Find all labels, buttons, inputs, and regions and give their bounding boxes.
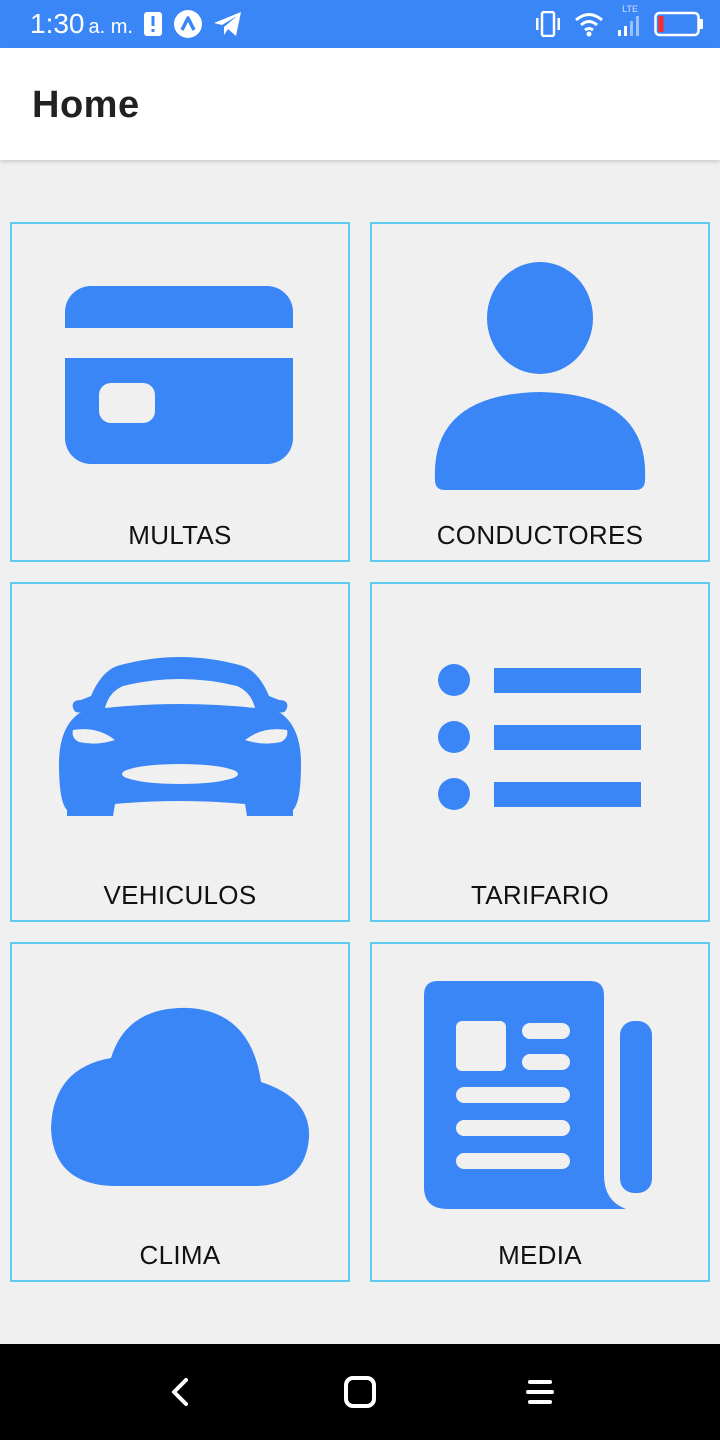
page-title: Home bbox=[32, 84, 140, 126]
vibrate-icon bbox=[534, 11, 562, 37]
status-ampm: a. m. bbox=[88, 15, 133, 38]
car-icon bbox=[57, 654, 303, 825]
telegram-icon bbox=[213, 11, 243, 37]
home-icon[interactable] bbox=[340, 1372, 380, 1412]
alert-icon bbox=[143, 11, 163, 37]
battery-low-icon bbox=[654, 11, 704, 37]
tile-conductores[interactable]: CONDUCTORES bbox=[370, 222, 710, 562]
tile-clima[interactable]: CLIMA bbox=[10, 942, 350, 1282]
list-icon bbox=[437, 663, 643, 816]
wifi-icon bbox=[574, 11, 604, 37]
app-logo-icon bbox=[173, 9, 203, 39]
tile-media[interactable]: MEDIA bbox=[370, 942, 710, 1282]
tile-label: MULTAS bbox=[128, 520, 232, 550]
tile-label: VEHICULOS bbox=[103, 880, 257, 910]
signal-icon: LTE bbox=[616, 4, 642, 40]
tile-vehiculos[interactable]: VEHICULOS bbox=[10, 582, 350, 922]
status-time: 1:30 bbox=[30, 8, 85, 39]
tile-label: TARIFARIO bbox=[470, 880, 609, 910]
tile-label: CLIMA bbox=[139, 1240, 221, 1270]
newspaper-icon bbox=[424, 980, 656, 1218]
cloud-icon bbox=[49, 1006, 311, 1193]
tile-tarifario[interactable]: TARIFARIO bbox=[370, 582, 710, 922]
status-bar: 1:30 a. m. LTE bbox=[0, 0, 720, 48]
tile-multas[interactable]: MULTAS bbox=[10, 222, 350, 562]
back-icon[interactable] bbox=[160, 1372, 200, 1412]
credit-card-icon bbox=[65, 285, 295, 473]
app-bar: Home bbox=[0, 48, 720, 160]
navigation-bar bbox=[0, 1344, 720, 1440]
person-icon bbox=[433, 261, 647, 497]
tile-label: MEDIA bbox=[498, 1240, 582, 1270]
menu-icon[interactable] bbox=[520, 1372, 560, 1412]
tile-label: CONDUCTORES bbox=[436, 520, 644, 550]
